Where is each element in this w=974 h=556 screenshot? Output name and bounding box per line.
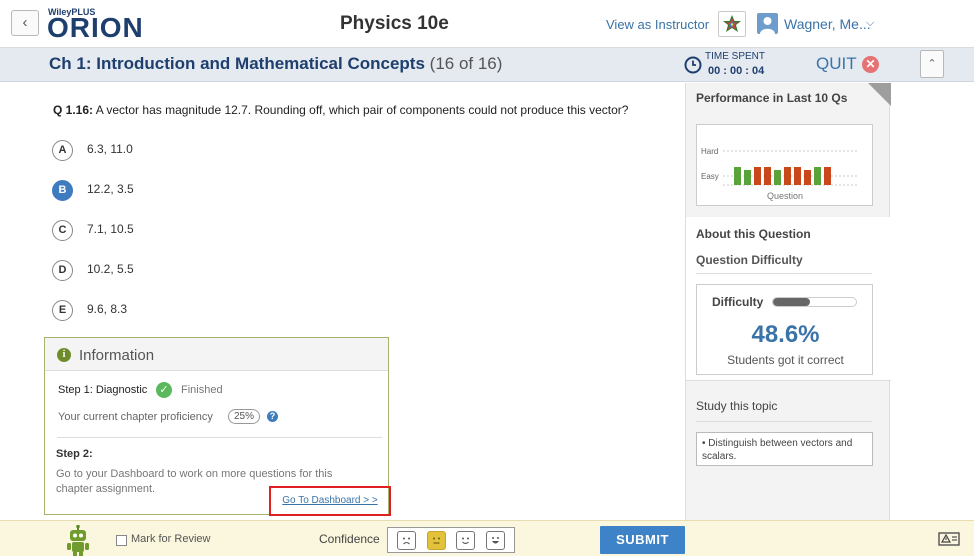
difficulty-label: Difficulty <box>712 295 764 309</box>
back-button[interactable]: ‹ <box>11 10 39 36</box>
very-happy-face-icon <box>491 536 499 543</box>
question-number: Q 1.16: <box>53 103 94 117</box>
check-icon: ✓ <box>156 382 172 398</box>
chart-bar <box>804 170 811 185</box>
close-icon[interactable]: ✕ <box>862 56 879 73</box>
proficiency-badge: 25% <box>228 409 261 424</box>
go-to-dashboard-link[interactable]: Go To Dashboard > > <box>269 486 391 516</box>
happy-face-icon <box>462 537 470 544</box>
clock-icon <box>684 56 702 74</box>
chart-bar <box>754 167 761 185</box>
step1-label: Step 1: Diagnostic <box>58 384 148 396</box>
choice-bubble[interactable]: C <box>52 220 73 241</box>
quit-button[interactable]: QUIT <box>816 54 857 74</box>
choice-text: 9.6, 8.3 <box>87 302 128 316</box>
submit-button[interactable]: SUBMIT <box>600 526 685 554</box>
difficulty-meter-fill <box>773 298 811 306</box>
time-spent-label: TIME SPENT <box>705 51 766 62</box>
chevron-left-icon: ‹ <box>22 14 28 31</box>
choice-bubble[interactable]: E <box>52 300 73 321</box>
study-topic-item[interactable]: • Distinguish between vectors and scalar… <box>696 432 873 466</box>
step1-status: Finished <box>181 384 223 396</box>
about-title: About this Question <box>696 227 811 241</box>
information-panel: i Information Step 1: Diagnostic ✓ Finis… <box>44 337 391 516</box>
chart-bar <box>784 167 791 185</box>
app-switcher-button[interactable] <box>718 11 746 37</box>
y-tick-label: Hard <box>701 147 718 156</box>
chart-bar <box>774 170 781 185</box>
time-spent-value: 00 : 00 : 04 <box>708 65 765 77</box>
sad-face-icon <box>403 537 411 544</box>
chart-bar <box>764 167 771 185</box>
difficulty-heading: Question Difficulty <box>696 253 803 267</box>
difficulty-card: Difficulty 48.6% Students got it correct <box>696 284 873 375</box>
question-count: (16 of 16) <box>429 54 503 73</box>
choice-text: 7.1, 10.5 <box>87 222 134 236</box>
choice-bubble[interactable]: A <box>52 140 73 161</box>
chart-bar <box>824 167 831 185</box>
brand-logo: ORION <box>47 12 144 43</box>
confidence-label: Confidence <box>319 532 380 546</box>
choice-text: 10.2, 5.5 <box>87 262 134 276</box>
percent-caption: Students got it correct <box>727 353 844 367</box>
user-icon <box>760 17 775 34</box>
help-icon[interactable]: ? <box>267 411 278 422</box>
chevron-down-icon[interactable]: ⌵ <box>866 17 874 30</box>
confidence-selector <box>387 527 515 553</box>
mark-for-review-checkbox[interactable] <box>116 535 127 546</box>
top-header: ‹ WileyPLUS ORION Physics 10e View as In… <box>0 0 974 48</box>
information-title: Information <box>79 347 155 364</box>
performance-title: Performance in Last 10 Qs <box>696 91 848 105</box>
step2-label: Step 2: <box>56 448 93 460</box>
confidence-sad-button[interactable] <box>397 530 417 550</box>
divider <box>696 273 872 274</box>
confidence-happy-button[interactable] <box>456 530 476 550</box>
choice-text: 6.3, 11.0 <box>87 142 133 156</box>
difficulty-meter <box>772 297 857 307</box>
chart-bar <box>734 167 741 185</box>
choice-bubble[interactable]: B <box>52 180 73 201</box>
chevron-double-up-icon: ⌃ <box>927 58 937 70</box>
choice-text: 12.2, 3.5 <box>87 182 134 196</box>
mark-for-review-label[interactable]: Mark for Review <box>131 533 210 545</box>
performance-chart-svg: Easy Hard Question <box>701 147 857 201</box>
panel-toggle[interactable] <box>868 83 891 106</box>
question-text: Q 1.16: A vector has magnitude 12.7. Rou… <box>53 103 628 117</box>
about-question-section: About this Question Question Difficulty … <box>686 217 891 380</box>
chart-bar <box>744 170 751 185</box>
right-panel: Performance in Last 10 Qs Easy Hard Questi… <box>685 83 891 520</box>
report-issue-icon[interactable] <box>938 531 960 547</box>
chapter-title: Ch 1: Introduction and Mathematical Conc… <box>49 54 502 74</box>
performance-chart: Easy Hard Question <box>696 124 873 206</box>
divider <box>696 421 872 422</box>
chapter-bar: Ch 1: Introduction and Mathematical Conc… <box>0 48 974 82</box>
choice-bubble[interactable]: D <box>52 260 73 281</box>
user-menu[interactable]: Wagner, Me... <box>784 16 871 32</box>
view-as-instructor-link[interactable]: View as Instructor <box>606 17 709 32</box>
collapse-button[interactable]: ⌃ <box>920 50 944 78</box>
bottom-bar: Mark for Review Confidence SUBMIT <box>0 520 974 556</box>
chart-bar <box>794 167 801 185</box>
y-tick-label: Easy <box>701 172 719 181</box>
confidence-neutral-button[interactable] <box>426 530 446 550</box>
neutral-face-icon <box>432 537 440 544</box>
app-root: ‹ WileyPLUS ORION Physics 10e View as In… <box>0 0 974 556</box>
chart-bar <box>814 167 821 185</box>
study-title: Study this topic <box>696 399 778 413</box>
percent-correct: 48.6% <box>751 321 820 348</box>
divider <box>57 437 382 438</box>
divider <box>686 380 891 381</box>
proficiency-label: Your current chapter proficiency <box>58 411 213 423</box>
avatar[interactable] <box>757 13 778 34</box>
question-body: A vector has magnitude 12.7. Rounding of… <box>95 103 629 117</box>
confidence-very-happy-button[interactable] <box>485 530 505 550</box>
robot-icon[interactable] <box>66 525 90 556</box>
information-header: i Information <box>45 338 388 371</box>
chapter-name: Ch 1: Introduction and Mathematical Conc… <box>49 54 425 73</box>
course-title: Physics 10e <box>340 13 449 34</box>
info-icon: i <box>57 348 71 362</box>
star-logo-icon <box>723 15 741 32</box>
x-axis-label: Question <box>767 191 803 201</box>
